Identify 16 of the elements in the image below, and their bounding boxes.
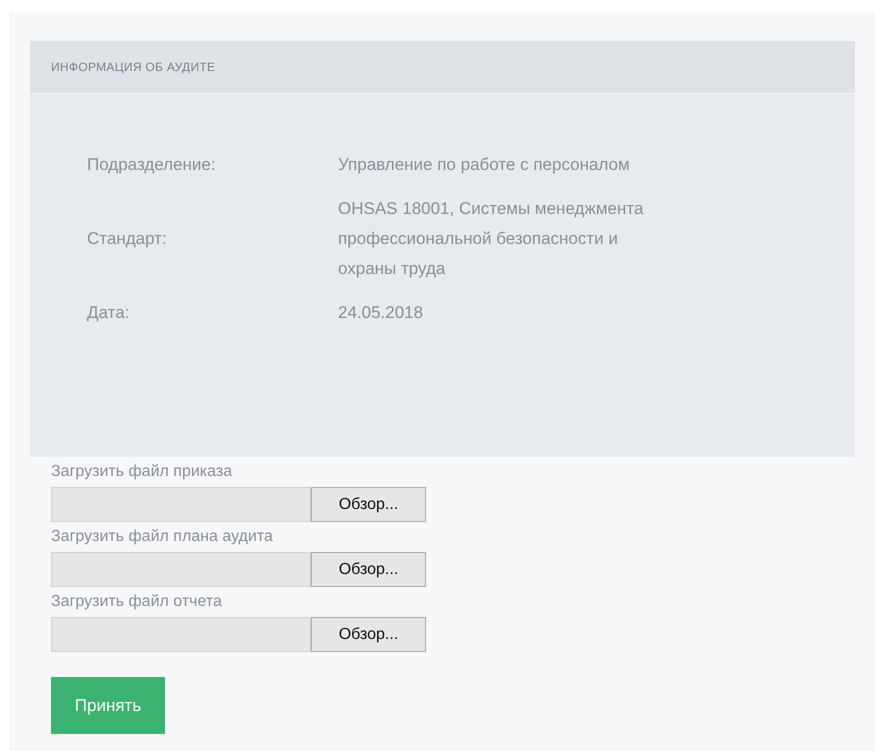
field-label: Дата: — [87, 303, 130, 323]
file-field[interactable] — [51, 487, 311, 522]
field-value: Управление по работе с персоналом — [338, 154, 631, 176]
browse-button[interactable]: Обзор... — [311, 487, 426, 522]
field-value: 24.05.2018 — [338, 302, 424, 324]
file-field[interactable] — [51, 617, 311, 652]
card-title: ИНФОРМАЦИЯ ОБ АУДИТЕ — [51, 60, 216, 74]
upload-label: Загрузить файл плана аудита — [51, 527, 274, 547]
browse-button[interactable]: Обзор... — [311, 552, 426, 587]
field-label: Подразделение: — [87, 155, 217, 175]
upload-label: Загрузить файл приказа — [51, 462, 234, 482]
field-value: OHSAS 18001, Системы менеджмента профессиональной безопасности и охраны труда — [338, 198, 644, 280]
field-label: Стандарт: — [87, 229, 168, 249]
browse-button[interactable]: Обзор... — [311, 617, 426, 652]
upload-label: Загрузить файл отчета — [51, 592, 223, 612]
file-field[interactable] — [51, 552, 311, 587]
